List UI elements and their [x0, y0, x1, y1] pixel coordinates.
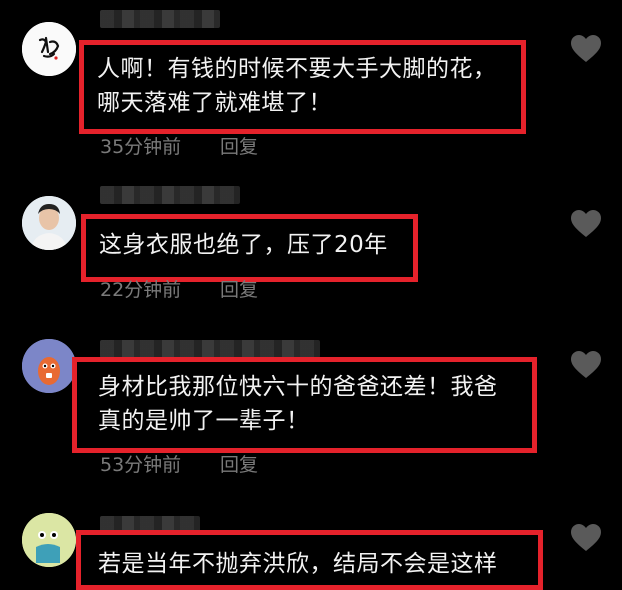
- comment-time: 53分钟前: [100, 454, 182, 476]
- avatar[interactable]: [22, 339, 76, 393]
- cartoon-avatar-image: [22, 339, 76, 393]
- comment-time: 35分钟前: [100, 136, 182, 158]
- person-avatar-image: [22, 196, 76, 250]
- avatar[interactable]: [22, 22, 76, 76]
- comment-meta: 53分钟前 回复: [100, 450, 258, 477]
- heart-icon[interactable]: [570, 34, 602, 64]
- avatar[interactable]: [22, 513, 76, 567]
- comment-time: 22分钟前: [100, 279, 182, 301]
- heart-icon[interactable]: [570, 209, 602, 239]
- username-blurred[interactable]: [100, 10, 220, 28]
- comment-meta: 35分钟前 回复: [100, 132, 258, 159]
- comment-list-screen: { "comments": [ { "text": "人啊！有钱的时候不要大手大…: [0, 0, 622, 590]
- cartoon-avatar-image: [22, 513, 76, 567]
- reply-button[interactable]: 回复: [220, 136, 258, 158]
- avatar[interactable]: [22, 196, 76, 250]
- username-blurred[interactable]: [100, 340, 320, 358]
- comment-text: 身材比我那位快六十的爸爸还差！我爸 真的是帅了一辈子！: [98, 374, 498, 434]
- reply-button[interactable]: 回复: [220, 454, 258, 476]
- heart-icon[interactable]: [570, 523, 602, 553]
- calligraphy-avatar-image: [22, 22, 76, 76]
- comment-meta: 22分钟前 回复: [100, 275, 258, 302]
- comment-text: 这身衣服也绝了，压了20年: [99, 232, 388, 258]
- comment-text: 若是当年不抛弃洪欣，结局不会是这样: [98, 551, 498, 577]
- reply-button[interactable]: 回复: [220, 279, 258, 301]
- heart-icon[interactable]: [570, 350, 602, 380]
- username-blurred[interactable]: [100, 186, 240, 204]
- comment-text: 人啊！有钱的时候不要大手大脚的花， 哪天落难了就难堪了！: [97, 56, 497, 116]
